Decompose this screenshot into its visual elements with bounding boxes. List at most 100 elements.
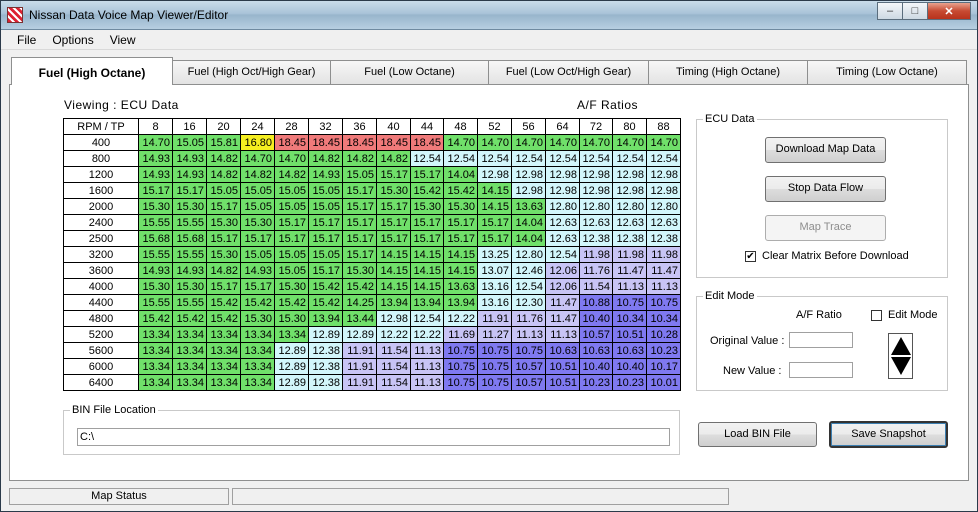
map-cell[interactable]: 15.55 xyxy=(138,246,173,263)
map-cell[interactable]: 15.55 xyxy=(172,246,207,263)
map-cell[interactable]: 13.34 xyxy=(138,326,173,343)
edit-mode-checkbox[interactable] xyxy=(871,310,882,321)
save-snapshot-button[interactable]: Save Snapshot xyxy=(829,421,948,448)
map-cell[interactable]: 12.63 xyxy=(545,214,580,231)
map-cell[interactable]: 11.98 xyxy=(579,246,613,263)
map-cell[interactable]: 13.44 xyxy=(342,310,377,327)
map-cell[interactable]: 11.27 xyxy=(477,326,512,343)
map-cell[interactable]: 13.34 xyxy=(172,374,207,391)
map-cell[interactable]: 12.54 xyxy=(545,150,580,167)
map-cell[interactable]: 14.93 xyxy=(138,166,173,183)
map-cell[interactable]: 15.55 xyxy=(172,214,207,231)
map-cell[interactable]: 13.63 xyxy=(511,198,546,215)
map-cell[interactable]: 13.34 xyxy=(274,326,309,343)
map-cell[interactable]: 14.25 xyxy=(342,294,377,311)
map-cell[interactable]: 15.68 xyxy=(138,230,173,247)
map-cell[interactable]: 10.75 xyxy=(443,374,478,391)
tab-fuel-low-octane[interactable]: Fuel (Low Octane) xyxy=(330,60,489,84)
map-cell[interactable]: 11.91 xyxy=(342,358,377,375)
map-cell[interactable]: 12.98 xyxy=(511,166,546,183)
map-cell[interactable]: 14.93 xyxy=(172,262,207,279)
map-cell[interactable]: 12.98 xyxy=(646,182,681,199)
map-cell[interactable]: 15.17 xyxy=(342,246,377,263)
map-cell[interactable]: 10.75 xyxy=(612,294,647,311)
map-cell[interactable]: 13.63 xyxy=(443,278,478,295)
tab-timing-low-octane[interactable]: Timing (Low Octane) xyxy=(807,60,967,84)
map-cell[interactable]: 12.89 xyxy=(342,326,377,343)
map-cell[interactable]: 11.47 xyxy=(545,310,580,327)
map-cell[interactable]: 14.15 xyxy=(410,246,444,263)
map-cell[interactable]: 11.54 xyxy=(376,374,411,391)
map-cell[interactable]: 15.42 xyxy=(274,294,309,311)
map-cell[interactable]: 12.98 xyxy=(511,182,546,199)
map-cell[interactable]: 12.54 xyxy=(646,150,681,167)
map-cell[interactable]: 10.40 xyxy=(612,358,647,375)
map-cell[interactable]: 13.34 xyxy=(172,326,207,343)
map-cell[interactable]: 12.06 xyxy=(545,262,580,279)
map-cell[interactable]: 12.22 xyxy=(410,326,444,343)
map-cell[interactable]: 13.34 xyxy=(172,342,207,359)
map-cell[interactable]: 18.45 xyxy=(274,134,309,151)
close-button[interactable]: ✕ xyxy=(927,2,971,20)
original-value-field[interactable] xyxy=(789,332,853,348)
map-cell[interactable]: 12.80 xyxy=(646,198,681,215)
map-cell[interactable]: 15.05 xyxy=(308,182,343,199)
map-cell[interactable]: 13.34 xyxy=(138,358,173,375)
map-cell[interactable]: 15.17 xyxy=(342,182,377,199)
map-cell[interactable]: 13.34 xyxy=(206,326,241,343)
map-cell[interactable]: 15.17 xyxy=(308,214,343,231)
map-cell[interactable]: 11.91 xyxy=(342,374,377,391)
map-cell[interactable]: 12.98 xyxy=(646,166,681,183)
map-cell[interactable]: 14.15 xyxy=(477,198,512,215)
map-cell[interactable]: 10.34 xyxy=(646,310,681,327)
map-cell[interactable]: 12.46 xyxy=(511,262,546,279)
map-cell[interactable]: 15.17 xyxy=(410,166,444,183)
map-cell[interactable]: 10.88 xyxy=(579,294,613,311)
map-cell[interactable]: 13.34 xyxy=(206,374,241,391)
map-cell[interactable]: 13.34 xyxy=(240,358,275,375)
map-cell[interactable]: 12.63 xyxy=(646,214,681,231)
map-cell[interactable]: 15.42 xyxy=(443,182,478,199)
map-cell[interactable]: 11.54 xyxy=(376,342,411,359)
map-cell[interactable]: 15.30 xyxy=(172,198,207,215)
map-cell[interactable]: 15.17 xyxy=(342,230,377,247)
map-cell[interactable]: 14.93 xyxy=(138,150,173,167)
map-cell[interactable]: 10.28 xyxy=(646,326,681,343)
title-bar[interactable]: Nissan Data Voice Map Viewer/Editor ‒ □ … xyxy=(1,1,977,30)
map-cell[interactable]: 18.45 xyxy=(342,134,377,151)
map-cell[interactable]: 12.89 xyxy=(274,342,309,359)
map-cell[interactable]: 12.80 xyxy=(511,246,546,263)
map-cell[interactable]: 15.05 xyxy=(308,246,343,263)
map-cell[interactable]: 10.51 xyxy=(612,326,647,343)
map-cell[interactable]: 18.45 xyxy=(376,134,411,151)
map-cell[interactable]: 15.17 xyxy=(443,214,478,231)
map-cell[interactable]: 15.05 xyxy=(240,182,275,199)
map-cell[interactable]: 11.13 xyxy=(410,342,444,359)
map-cell[interactable]: 10.34 xyxy=(612,310,647,327)
map-cell[interactable]: 14.82 xyxy=(308,150,343,167)
map-cell[interactable]: 10.23 xyxy=(646,342,681,359)
new-value-field[interactable] xyxy=(789,362,853,378)
tab-fuel-low-oct-high-gear[interactable]: Fuel (Low Oct/High Gear) xyxy=(488,60,649,84)
map-cell[interactable]: 10.40 xyxy=(579,310,613,327)
map-cell[interactable]: 12.38 xyxy=(579,230,613,247)
map-cell[interactable]: 15.42 xyxy=(206,310,241,327)
map-cell[interactable]: 15.05 xyxy=(240,246,275,263)
map-cell[interactable]: 12.06 xyxy=(545,278,580,295)
map-cell[interactable]: 13.16 xyxy=(477,278,512,295)
map-cell[interactable]: 11.47 xyxy=(545,294,580,311)
arrow-down-icon[interactable] xyxy=(891,357,911,375)
map-cell[interactable]: 11.13 xyxy=(410,358,444,375)
map-cell[interactable]: 15.05 xyxy=(274,246,309,263)
map-cell[interactable]: 12.89 xyxy=(274,358,309,375)
menu-file[interactable]: File xyxy=(9,30,44,49)
map-cell[interactable]: 15.30 xyxy=(240,214,275,231)
map-cell[interactable]: 12.22 xyxy=(443,310,478,327)
map-cell[interactable]: 10.75 xyxy=(477,342,512,359)
value-stepper[interactable] xyxy=(888,333,913,379)
map-cell[interactable]: 15.42 xyxy=(138,310,173,327)
map-cell[interactable]: 12.98 xyxy=(376,310,411,327)
map-cell[interactable]: 15.05 xyxy=(274,262,309,279)
map-cell[interactable]: 10.75 xyxy=(477,374,512,391)
map-cell[interactable]: 10.51 xyxy=(545,374,580,391)
